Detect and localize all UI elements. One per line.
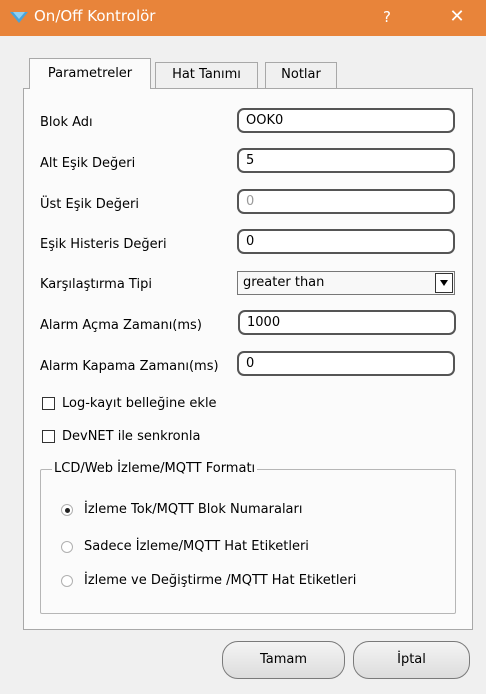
compare-type-select[interactable]: greater than bbox=[237, 271, 455, 295]
devnet-checkbox-label[interactable]: DevNET ile senkronla bbox=[62, 429, 200, 444]
alarm-open-time-input[interactable]: 1000 bbox=[238, 310, 456, 335]
window-title: On/Off Kontrolör bbox=[34, 7, 156, 25]
close-button[interactable]: ✕ bbox=[440, 4, 474, 30]
block-name-label: Blok Adı bbox=[40, 115, 93, 130]
app-icon bbox=[10, 12, 28, 23]
hysteresis-label: Eşik Histeris Değeri bbox=[40, 237, 167, 252]
upper-threshold-label: Üst Eşik Değeri bbox=[40, 197, 139, 212]
compare-type-label: Karşılaştırma Tipi bbox=[40, 277, 152, 292]
format-radio-label[interactable]: İzleme ve Değiştirme /MQTT Hat Etiketler… bbox=[84, 573, 356, 588]
upper-threshold-input: 0 bbox=[237, 189, 455, 214]
alarm-close-time-label: Alarm Kapama Zamanı(ms) bbox=[40, 359, 219, 374]
tab-notlar[interactable]: Notlar bbox=[265, 62, 337, 88]
title-bar: On/Off Kontrolör ? ✕ bbox=[0, 0, 486, 36]
hysteresis-input[interactable]: 0 bbox=[237, 229, 455, 254]
lower-threshold-label: Alt Eşik Değeri bbox=[40, 156, 136, 171]
format-radio-monitor-tags[interactable] bbox=[61, 541, 73, 553]
tab-parametreler[interactable]: Parametreler bbox=[29, 58, 151, 89]
log-checkbox-label[interactable]: Log-kayıt belleğine ekle bbox=[62, 396, 217, 411]
log-checkbox[interactable] bbox=[42, 397, 55, 410]
devnet-checkbox[interactable] bbox=[42, 430, 55, 443]
dialog-window: On/Off Kontrolör ? ✕ Parametreler Hat Ta… bbox=[0, 0, 486, 694]
format-radio-label[interactable]: Sadece İzleme/MQTT Hat Etiketleri bbox=[84, 539, 309, 554]
tab-hat-tanimi[interactable]: Hat Tanımı bbox=[155, 62, 258, 88]
block-name-input[interactable]: OOK0 bbox=[237, 108, 455, 133]
format-radio-block-numbers[interactable] bbox=[61, 504, 73, 516]
cancel-button[interactable]: İptal bbox=[353, 641, 470, 679]
compare-type-value: greater than bbox=[243, 275, 325, 290]
alarm-open-time-label: Alarm Açma Zamanı(ms) bbox=[40, 318, 202, 333]
lower-threshold-input[interactable]: 5 bbox=[237, 148, 455, 173]
format-radio-monitor-edit-tags[interactable] bbox=[61, 575, 73, 587]
ok-button[interactable]: Tamam bbox=[222, 641, 345, 679]
format-group-title: LCD/Web İzleme/MQTT Formatı bbox=[52, 461, 258, 476]
chevron-down-icon[interactable] bbox=[435, 273, 453, 293]
format-radio-label[interactable]: İzleme Tok/MQTT Blok Numaraları bbox=[84, 502, 302, 517]
alarm-close-time-input[interactable]: 0 bbox=[237, 351, 455, 376]
help-button[interactable]: ? bbox=[372, 4, 402, 30]
